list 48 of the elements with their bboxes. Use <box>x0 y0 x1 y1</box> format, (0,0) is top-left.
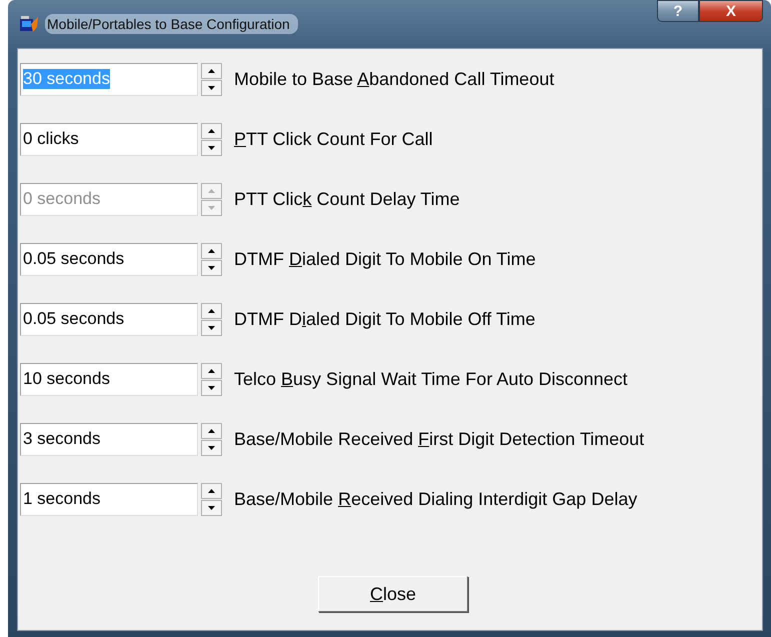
up-arrow-icon <box>208 428 215 432</box>
spin-down-button[interactable] <box>201 260 222 276</box>
spin-up-button[interactable] <box>201 302 222 318</box>
value-field[interactable]: 0.05 seconds <box>20 242 198 276</box>
down-arrow-icon <box>208 386 215 390</box>
value-field[interactable]: 0 clicks <box>20 122 198 156</box>
window-title: Mobile/Portables to Base Configuration <box>45 14 298 34</box>
setting-label: Base/Mobile Received Dialing Interdigit Gap Delay <box>234 488 638 510</box>
down-arrow-icon <box>208 326 215 330</box>
setting-label: DTMF Dialed Digit To Mobile Off Time <box>234 308 536 330</box>
setting-label: PTT Click Count Delay Time <box>234 188 460 210</box>
value-field[interactable]: 0.05 seconds <box>20 302 198 336</box>
up-arrow-icon <box>208 128 215 132</box>
value-field[interactable]: 10 seconds <box>20 362 198 396</box>
spin-up-button[interactable] <box>201 422 222 438</box>
spin-down-button[interactable] <box>201 440 222 456</box>
close-button[interactable]: X <box>699 0 763 22</box>
spin-down-button[interactable] <box>201 80 222 96</box>
up-arrow-icon <box>208 488 215 492</box>
setting-label: Base/Mobile Received First Digit Detection Timeout <box>234 428 644 450</box>
spin-down-button[interactable] <box>201 380 222 396</box>
setting-label: PTT Click Count For Call <box>234 128 433 150</box>
down-arrow-icon <box>208 506 215 510</box>
app-icon <box>19 15 39 33</box>
value-field[interactable]: 1 seconds <box>20 482 198 516</box>
up-arrow-icon <box>208 368 215 372</box>
value-field[interactable]: 3 seconds <box>20 422 198 456</box>
down-arrow-icon <box>208 446 215 450</box>
up-arrow-icon <box>208 248 215 252</box>
setting-label: Telco Busy Signal Wait Time For Auto Disconnect <box>234 368 628 390</box>
up-arrow-icon <box>208 68 215 72</box>
spin-down-button[interactable] <box>201 140 222 156</box>
spin-up-button[interactable] <box>201 482 222 498</box>
down-arrow-icon <box>208 266 215 270</box>
down-arrow-icon <box>208 206 215 210</box>
down-arrow-icon <box>208 146 215 150</box>
up-arrow-icon <box>208 188 215 192</box>
spin-up-button[interactable] <box>201 62 222 78</box>
spin-up-button[interactable] <box>201 122 222 138</box>
spin-down-button[interactable] <box>201 320 222 336</box>
close-button[interactable]: Close <box>318 576 468 612</box>
spin-up-button[interactable] <box>201 242 222 258</box>
setting-label: Mobile to Base Abandoned Call Timeout <box>234 68 554 90</box>
up-arrow-icon <box>208 308 215 312</box>
spin-up-button[interactable] <box>201 362 222 378</box>
spin-down-button[interactable] <box>201 500 222 516</box>
setting-label: DTMF Dialed Digit To Mobile On Time <box>234 248 536 270</box>
down-arrow-icon <box>208 86 215 90</box>
